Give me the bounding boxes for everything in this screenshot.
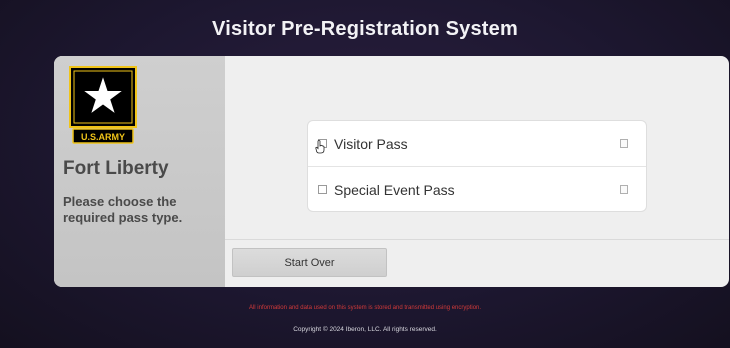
pass-option-special-event[interactable]: Special Event Pass	[308, 166, 646, 211]
indicator-icon	[620, 185, 628, 194]
divider	[225, 239, 729, 240]
page-title: Visitor Pre-Registration System	[212, 18, 518, 40]
pass-type-list: Visitor Pass Special Event Pass	[307, 120, 647, 212]
encryption-notice: All information and data used on this sy…	[248, 305, 482, 311]
pass-option-visitor[interactable]: Visitor Pass	[308, 121, 646, 166]
checkbox-icon[interactable]	[318, 185, 327, 194]
pass-option-label: Visitor Pass	[334, 135, 408, 152]
us-army-logo: U.S.ARMY	[69, 66, 137, 144]
indicator-icon	[620, 139, 628, 148]
registration-card: U.S.ARMY Fort Liberty Please choose the …	[54, 56, 729, 287]
hand-cursor-icon	[315, 140, 325, 154]
sidebar: U.S.ARMY Fort Liberty Please choose the …	[54, 56, 225, 287]
start-over-button[interactable]: Start Over	[232, 248, 387, 277]
instruction-text: Please choose the required pass type.	[63, 194, 183, 225]
main-panel: Visitor Pass Special Event Pass Start Ov…	[225, 56, 729, 287]
pass-option-label: Special Event Pass	[334, 181, 455, 198]
fort-name: Fort Liberty	[63, 158, 169, 179]
copyright-text: Copyright © 2024 Iberon, LLC. All rights…	[293, 326, 437, 333]
logo-text: U.S.ARMY	[81, 132, 125, 142]
